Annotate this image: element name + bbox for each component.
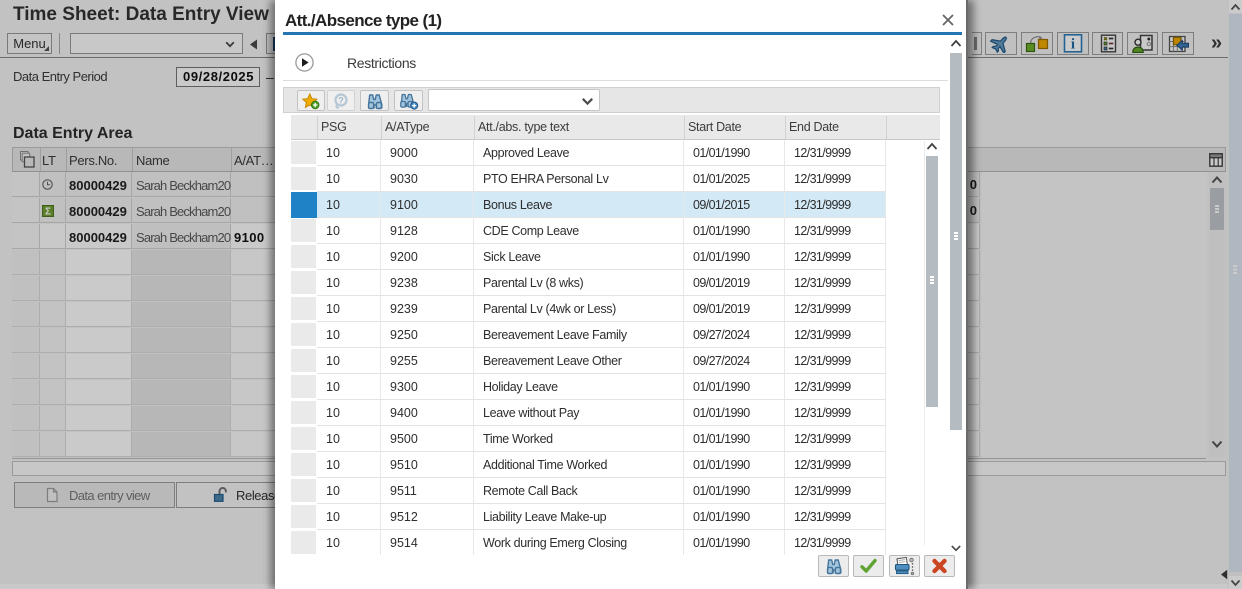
svg-text:?: ? [338, 95, 344, 105]
